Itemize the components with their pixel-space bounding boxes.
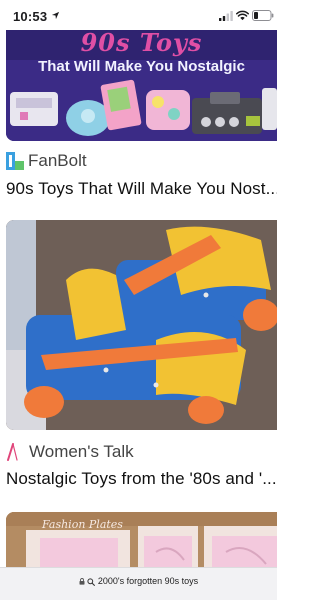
fanbolt-logo-icon <box>6 152 24 170</box>
roller-skates-photo <box>6 220 277 430</box>
address-bar-content[interactable]: 2000's forgotten 90s toys <box>0 576 277 586</box>
fashion-plates-label: Fashion Plates <box>42 518 123 531</box>
banner-title-script: 90s Toys <box>80 30 203 57</box>
article-image-roller-skates[interactable] <box>6 220 277 430</box>
address-bar[interactable]: 2000's forgotten 90s toys <box>0 567 277 600</box>
article-source-name: FanBolt <box>28 151 87 170</box>
article-title[interactable]: Nostalgic Toys from the '80s and '... <box>6 469 277 489</box>
article-source-row[interactable]: FanBolt <box>6 150 87 172</box>
article-image-90s-toys[interactable]: 90s Toys That Will Make You Nostalgic <box>6 30 277 141</box>
status-bar: 10:53 <box>0 0 277 30</box>
article-source-row[interactable]: Women's Talk <box>6 441 134 463</box>
article-source-name: Women's Talk <box>29 442 134 461</box>
banner-subtitle: That Will Make You Nostalgic <box>38 58 245 75</box>
article-title[interactable]: 90s Toys That Will Make You Nost... <box>6 179 277 199</box>
address-bar-text: 2000's forgotten 90s toys <box>97 576 199 586</box>
lock-icon <box>79 578 85 585</box>
battery-icon <box>252 10 274 21</box>
search-icon <box>87 578 96 586</box>
womens-talk-logo-icon <box>7 443 18 461</box>
cellular-signal-icon <box>219 11 233 21</box>
wifi-icon <box>236 10 249 21</box>
location-arrow-icon <box>51 11 60 20</box>
status-time: 10:53 <box>13 9 48 24</box>
